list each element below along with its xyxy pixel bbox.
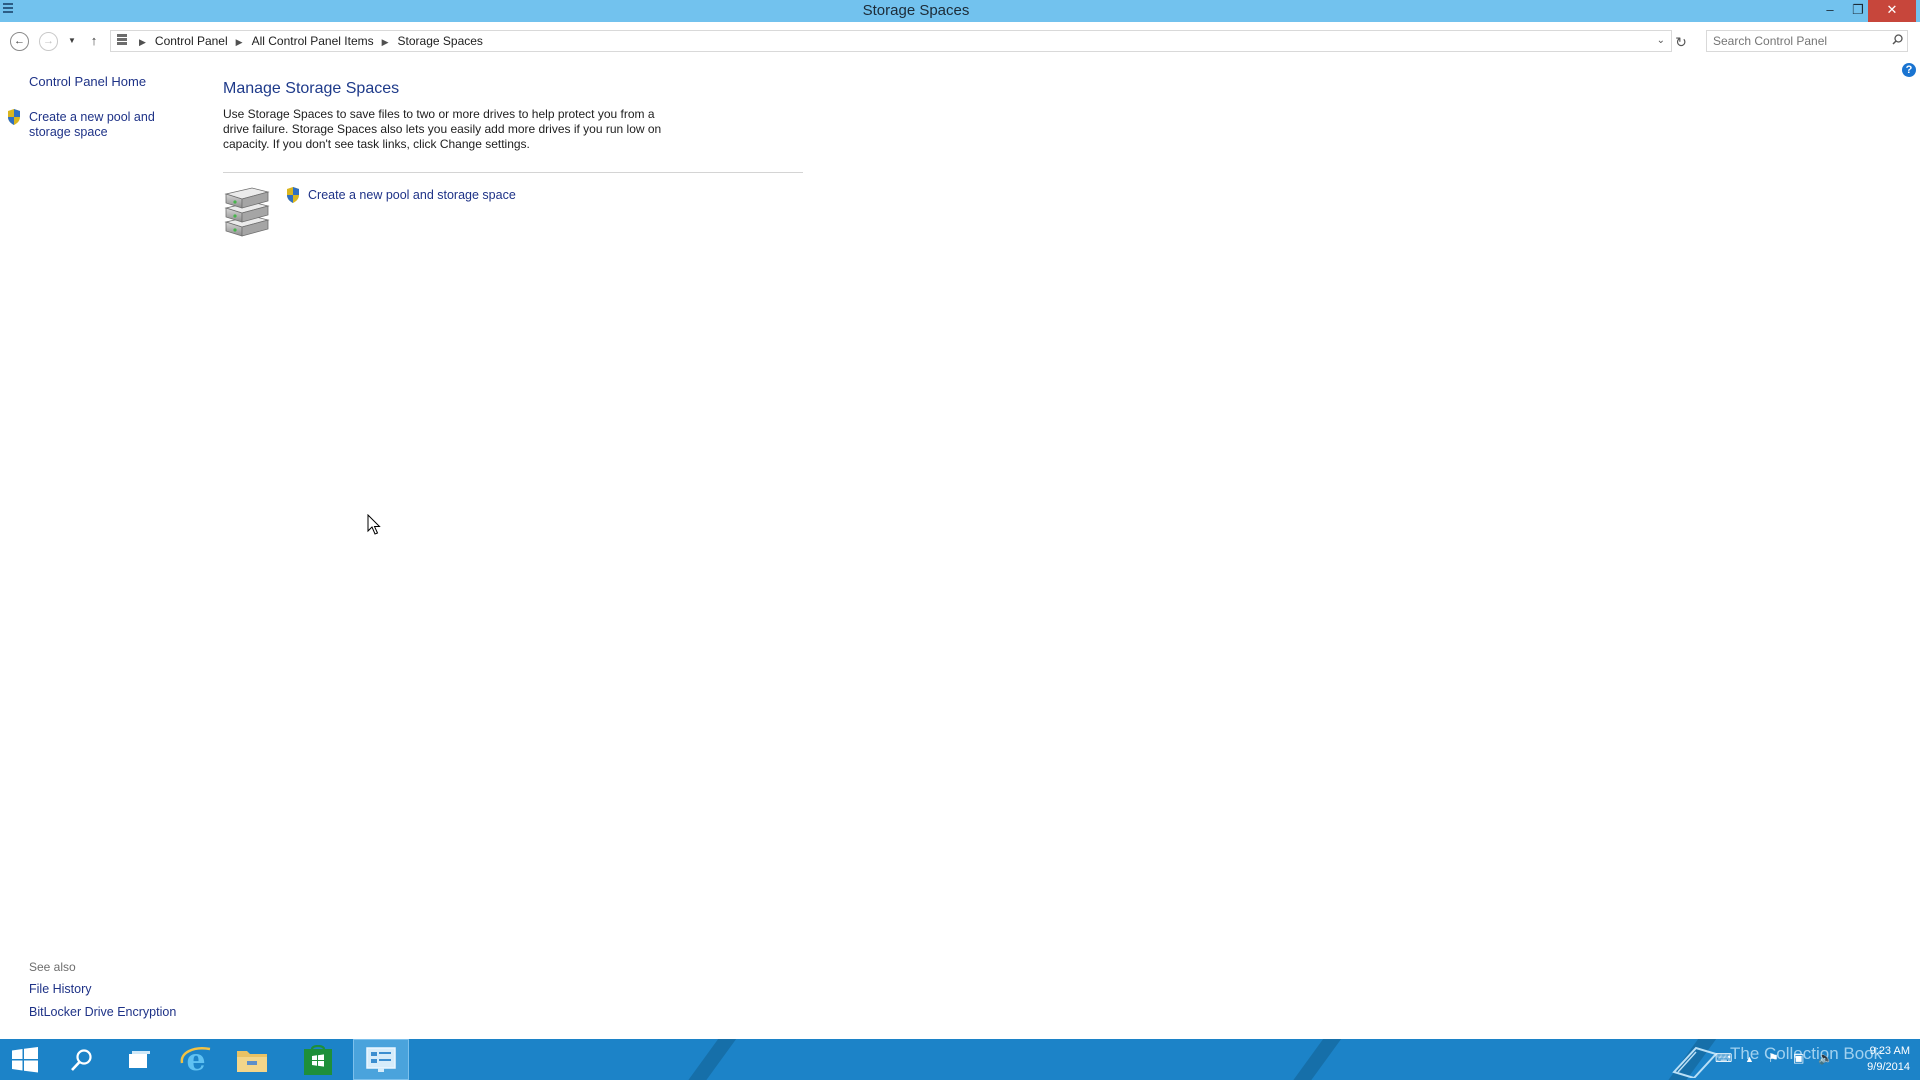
breadcrumb: ▶ Control Panel ▶ All Control Panel Items ▶ S… — [131, 31, 483, 52]
divider — [223, 172, 803, 173]
search-button[interactable] — [56, 1039, 112, 1080]
clock-date: 9/9/2014 — [1867, 1061, 1910, 1073]
back-arrow-icon[interactable]: ← — [10, 32, 29, 51]
title-bar: Storage Spaces – ❐ ✕ — [0, 0, 1920, 22]
navigation-bar: ← → ▼ ↑ ▶ Control Panel ▶ All Control Panel… — [0, 22, 1920, 59]
breadcrumb-separator-icon[interactable]: ▶ — [236, 32, 243, 52]
internet-explorer-button[interactable]: e — [168, 1039, 224, 1080]
close-button[interactable]: ✕ — [1868, 0, 1916, 22]
control-panel-button[interactable] — [353, 1039, 409, 1080]
address-dropdown-icon[interactable]: ⌄ — [1657, 31, 1665, 51]
see-also-heading: See also — [29, 960, 76, 974]
watermark-book-icon — [1672, 1046, 1718, 1078]
storage-drives-icon — [224, 187, 270, 237]
network-icon[interactable]: ▣ — [1793, 1051, 1804, 1065]
show-hidden-icons-icon[interactable]: ▲ — [1745, 1054, 1754, 1064]
action-center-flag-icon[interactable]: ⚑ — [1768, 1051, 1779, 1065]
forward-arrow-icon[interactable]: → — [39, 32, 58, 51]
breadcrumb-separator-icon[interactable]: ▶ — [139, 32, 146, 52]
uac-shield-icon — [8, 109, 20, 125]
minimize-button[interactable]: – — [1817, 0, 1843, 22]
uac-shield-icon — [287, 187, 299, 203]
store-icon — [304, 1045, 332, 1075]
taskbar-wallpaper-stripe — [1283, 1039, 1345, 1080]
address-bar[interactable]: ▶ Control Panel ▶ All Control Panel Items ▶ S… — [110, 30, 1672, 52]
breadcrumb-storage-spaces[interactable]: Storage Spaces — [398, 31, 483, 51]
left-pane: Control Panel Home Create a new pool and… — [0, 60, 210, 1040]
internet-explorer-icon: e — [180, 1043, 211, 1077]
sidebar-create-pool-link[interactable]: Create a new pool and storage space — [29, 110, 199, 140]
taskbar-wallpaper-stripe — [678, 1039, 740, 1080]
chevron-down-icon[interactable]: ▼ — [62, 31, 82, 51]
search-box[interactable] — [1706, 30, 1908, 52]
control-panel-icon — [117, 34, 127, 48]
page-description: Use Storage Spaces to save files to two … — [223, 107, 662, 151]
mouse-cursor-icon — [367, 514, 381, 535]
store-button[interactable] — [290, 1039, 346, 1080]
bitlocker-link[interactable]: BitLocker Drive Encryption — [29, 1005, 176, 1019]
windows-logo-icon — [12, 1047, 38, 1073]
task-view-button[interactable] — [112, 1039, 168, 1080]
file-history-link[interactable]: File History — [29, 982, 92, 996]
task-view-icon — [129, 1051, 150, 1068]
folder-icon — [237, 1051, 267, 1072]
create-pool-link[interactable]: Create a new pool and storage space — [308, 188, 516, 202]
keyboard-icon[interactable]: ⌨ — [1715, 1051, 1732, 1065]
page-title: Manage Storage Spaces — [223, 80, 400, 97]
breadcrumb-separator-icon[interactable]: ▶ — [382, 32, 389, 52]
window-title: Storage Spaces — [862, 2, 970, 19]
taskbar-clock[interactable]: 9:23 AM 9/9/2014 — [1850, 1043, 1910, 1075]
volume-icon[interactable]: 🔈 — [1818, 1051, 1833, 1065]
clock-time: 9:23 AM — [1869, 1045, 1910, 1057]
control-panel-icon — [366, 1047, 396, 1072]
help-icon[interactable]: ? — [1902, 63, 1916, 77]
breadcrumb-all-items[interactable]: All Control Panel Items — [252, 31, 374, 51]
search-icon[interactable] — [1892, 34, 1903, 45]
file-explorer-button[interactable] — [224, 1039, 280, 1080]
search-icon — [71, 1049, 92, 1071]
control-panel-home-link[interactable]: Control Panel Home — [29, 74, 146, 89]
start-button[interactable] — [0, 1039, 56, 1080]
taskbar: e The Collection Book ⌨ ▲ ⚑ ▣ 🔈 9:23 AM … — [0, 1039, 1920, 1080]
up-arrow-icon[interactable]: ↑ — [84, 31, 104, 51]
search-input[interactable] — [1713, 33, 1883, 49]
breadcrumb-control-panel[interactable]: Control Panel — [155, 31, 228, 51]
refresh-icon[interactable]: ↻ — [1670, 31, 1692, 53]
